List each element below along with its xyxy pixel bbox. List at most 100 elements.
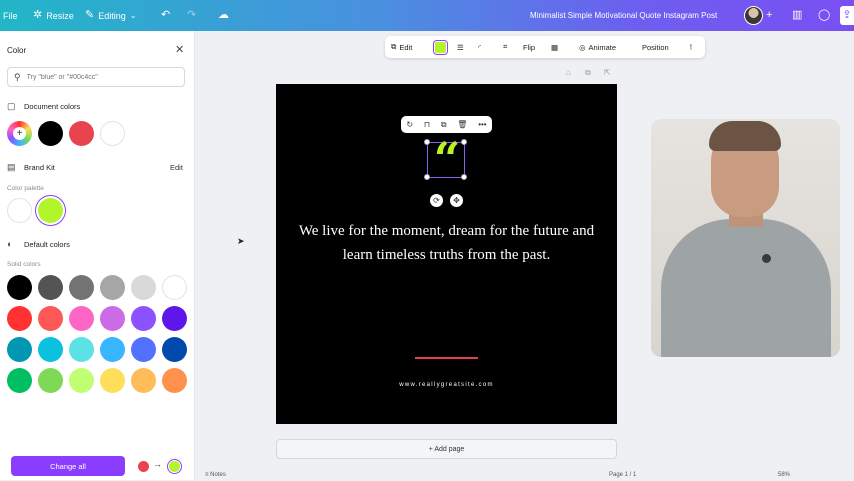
default-color-swatch[interactable]: [100, 275, 125, 300]
resize-button[interactable]: ✲ Resize: [33, 0, 74, 31]
default-color-swatch[interactable]: [38, 306, 63, 331]
delete-icon[interactable]: 🗑: [457, 120, 467, 129]
crop-button[interactable]: ⌗: [503, 36, 507, 58]
design-title[interactable]: Minimalist Simple Motivational Quote Ins…: [530, 0, 717, 31]
quote-text[interactable]: We live for the moment, dream for the fu…: [296, 219, 597, 267]
color-button[interactable]: [435, 36, 446, 58]
default-color-swatch[interactable]: [162, 275, 187, 300]
resize-handle[interactable]: [461, 174, 467, 180]
resize-handle[interactable]: [424, 139, 430, 145]
avatar[interactable]: [744, 6, 763, 25]
default-color-swatch[interactable]: [131, 337, 156, 362]
duplicate-page-icon[interactable]: ⧉: [585, 68, 591, 78]
redo-button[interactable]: ↷: [187, 0, 196, 31]
from-color-swatch: [138, 461, 149, 472]
editing-mode-dropdown[interactable]: ✎ Editing ⌄: [85, 0, 136, 31]
comment-icon: ◯: [818, 9, 831, 21]
design-page[interactable]: ↻ ⊓ ⧉ 🗑 ••• “ ⟳ ✥ We live for the moment…: [276, 84, 617, 424]
undo-icon: ↶: [161, 9, 171, 21]
crop-icon: ⌗: [503, 42, 508, 51]
default-color-swatch[interactable]: [38, 275, 63, 300]
file-label: File: [3, 10, 18, 21]
file-menu[interactable]: File: [3, 0, 18, 31]
default-color-swatch[interactable]: [69, 306, 94, 331]
lock-icon[interactable]: ⊓: [424, 120, 430, 129]
change-all-button[interactable]: Change all: [11, 456, 125, 476]
top-bar: File ✲ Resize ✎ Editing ⌄ ↶ ↷ ☁ Minimalist …: [0, 0, 854, 31]
plus-icon: +: [13, 127, 26, 140]
color-search[interactable]: ⚲: [7, 67, 185, 87]
color-palette-label: Color palette: [7, 185, 44, 192]
edit-button[interactable]: ⧉ Edit: [391, 36, 412, 58]
search-icon: ⚲: [14, 71, 21, 82]
page-indicator[interactable]: Page 1 / 1: [609, 472, 636, 478]
corner-icon: ◜: [478, 42, 481, 52]
cloud-save-button[interactable]: ☁: [218, 0, 229, 31]
animate-label: Animate: [588, 42, 617, 52]
default-color-swatch[interactable]: [162, 368, 187, 393]
website-text[interactable]: www.reallygreatsite.com: [276, 382, 617, 388]
default-color-swatch[interactable]: [162, 306, 187, 331]
element-toolbar: ⧉ Edit ☰ ◜ ⌗ Flip ▦ ◎ Animate Position ⊺: [385, 36, 705, 58]
close-icon[interactable]: ✕: [175, 43, 184, 56]
lock-icon[interactable]: ⌂: [566, 68, 571, 77]
default-color-swatch[interactable]: [38, 337, 63, 362]
document-swatch-red[interactable]: [69, 121, 94, 146]
add-collaborator-button[interactable]: +: [766, 0, 772, 31]
notes-button[interactable]: ≡ Notes: [205, 472, 226, 478]
default-color-swatch[interactable]: [7, 275, 32, 300]
default-color-swatch[interactable]: [131, 306, 156, 331]
edit-image-icon: ⧉: [391, 42, 397, 51]
insights-button[interactable]: ▥: [792, 0, 802, 31]
default-color-swatch[interactable]: [100, 306, 125, 331]
undo-button[interactable]: ↶: [161, 0, 170, 31]
transparency-button[interactable]: ▦: [551, 36, 558, 58]
quote-mark-element[interactable]: “: [424, 132, 467, 186]
share-button[interactable]: ⇪: [840, 6, 854, 25]
animate-button[interactable]: ◎ Animate: [579, 36, 616, 58]
microphone: [762, 254, 771, 263]
zoom-level[interactable]: 58%: [778, 472, 790, 478]
flip-button[interactable]: Flip: [523, 36, 535, 58]
share-page-icon[interactable]: ⇱: [604, 68, 611, 77]
default-color-swatch[interactable]: [100, 368, 125, 393]
resize-handle[interactable]: [424, 174, 430, 180]
copy-style-button[interactable]: ⊺: [689, 36, 693, 58]
default-color-swatch[interactable]: [69, 368, 94, 393]
default-color-swatch[interactable]: [7, 368, 32, 393]
default-color-swatch[interactable]: [7, 337, 32, 362]
duplicate-icon[interactable]: ⧉: [441, 120, 447, 130]
add-page-button[interactable]: + Add page: [276, 439, 617, 459]
default-color-swatch[interactable]: [131, 275, 156, 300]
default-color-swatch[interactable]: [162, 337, 187, 362]
default-color-swatch[interactable]: [69, 337, 94, 362]
webcam-overlay: [651, 119, 840, 357]
line-style-button[interactable]: ☰: [457, 36, 464, 58]
more-icon[interactable]: •••: [478, 120, 486, 129]
move-icon[interactable]: ✥: [450, 194, 463, 207]
document-swatch-white[interactable]: [100, 121, 125, 146]
default-color-swatch[interactable]: [38, 368, 63, 393]
document-icon: ▢: [7, 101, 16, 111]
add-color-swatch[interactable]: +: [7, 121, 32, 146]
to-color-swatch: [169, 461, 180, 472]
document-swatch-black[interactable]: [38, 121, 63, 146]
default-color-swatch[interactable]: [100, 337, 125, 362]
document-colors-heading: Document colors: [24, 102, 81, 111]
default-color-swatch[interactable]: [131, 368, 156, 393]
brand-swatch-lime[interactable]: [38, 198, 63, 223]
flip-label: Flip: [523, 42, 536, 52]
default-color-swatch[interactable]: [7, 306, 32, 331]
accent-line[interactable]: [415, 357, 478, 359]
color-search-input[interactable]: [26, 73, 177, 81]
corner-rounding-button[interactable]: ◜: [478, 36, 481, 58]
comments-button[interactable]: ◯: [818, 0, 830, 31]
rotate-icon[interactable]: ⟳: [430, 194, 443, 207]
brand-swatch-white[interactable]: [7, 198, 32, 223]
default-color-swatch[interactable]: [69, 275, 94, 300]
resize-handle[interactable]: [461, 139, 467, 145]
regenerate-icon[interactable]: ↻: [406, 120, 413, 129]
position-button[interactable]: Position: [642, 36, 669, 58]
brand-kit-edit-link[interactable]: Edit: [170, 163, 183, 172]
edit-label: Edit: [399, 42, 413, 52]
